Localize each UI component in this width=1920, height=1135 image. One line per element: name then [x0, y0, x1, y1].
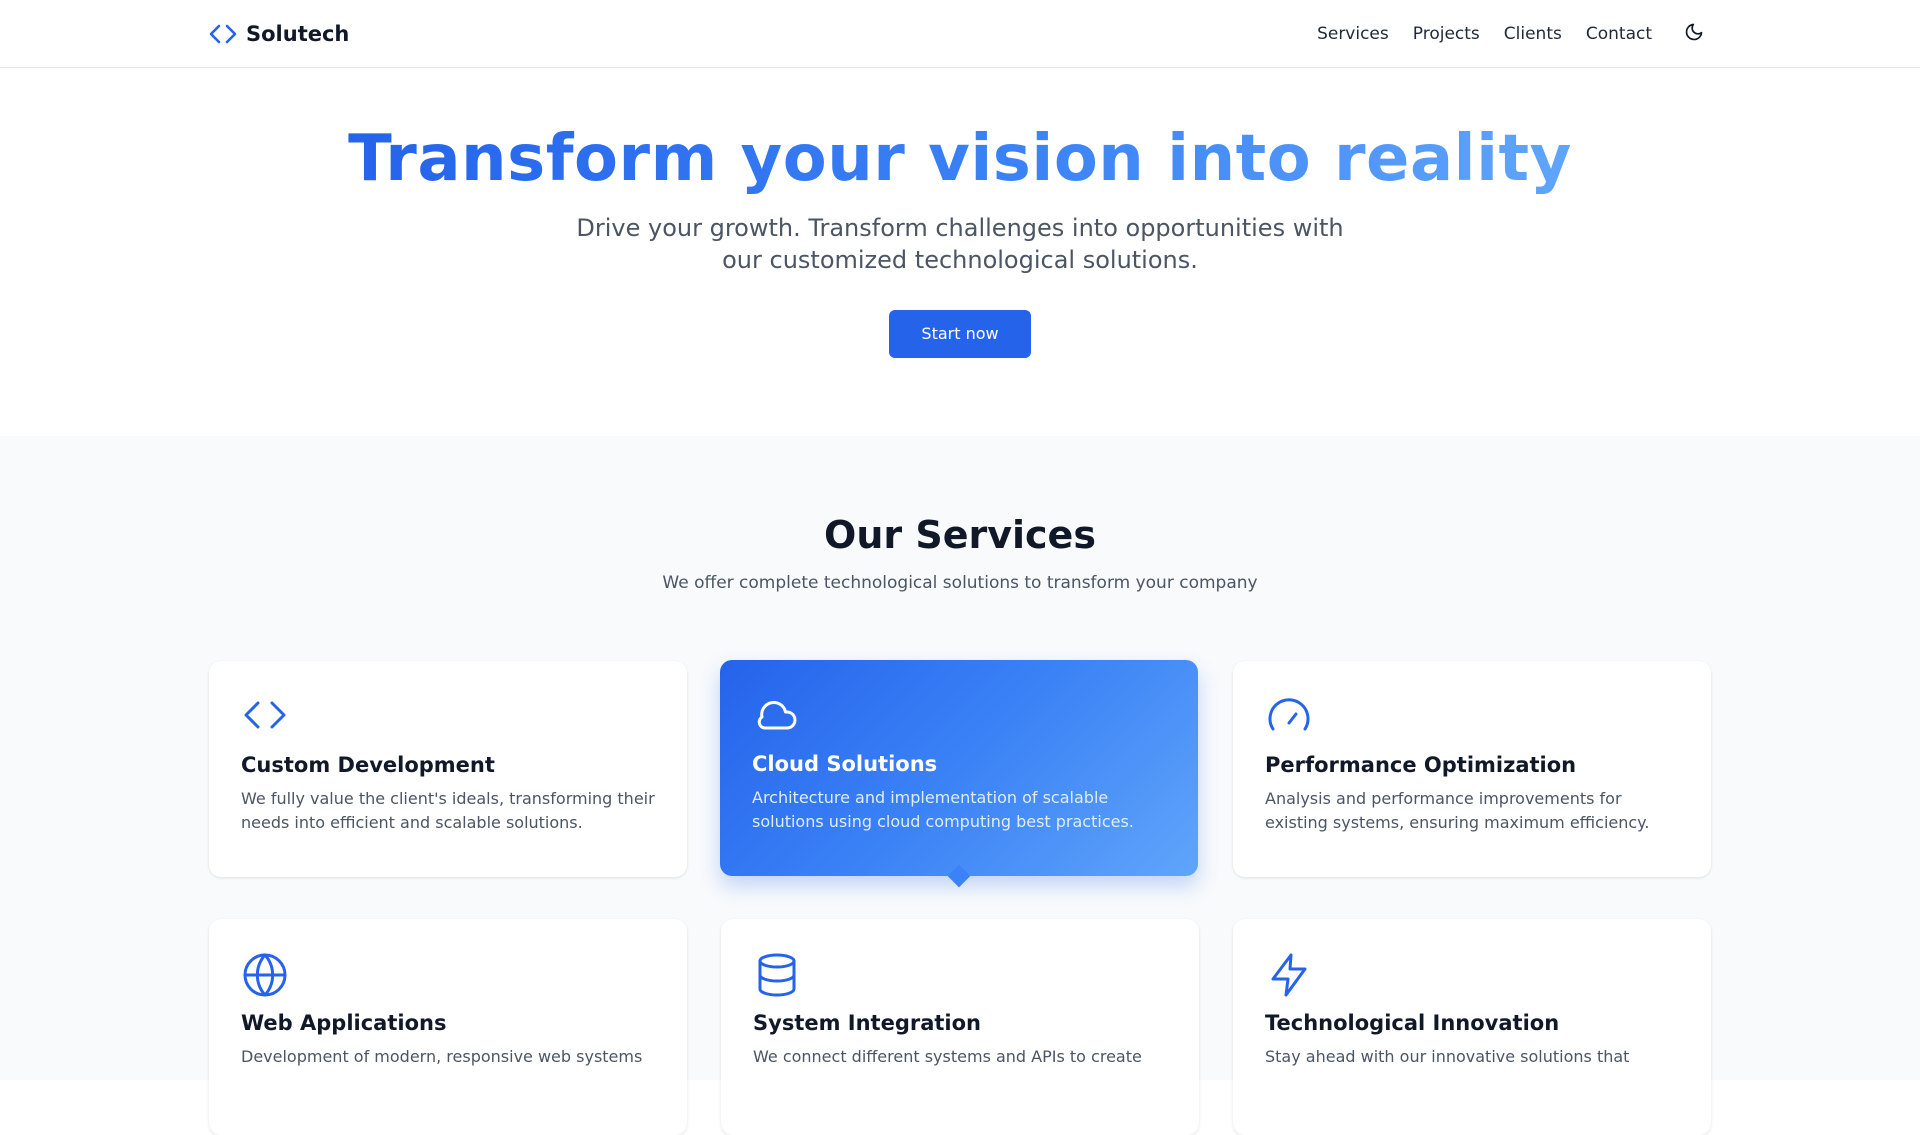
hero-title: Transform your vision into reality: [348, 122, 1572, 196]
card-description: Architecture and implementation of scala…: [752, 788, 1134, 831]
code-brackets-icon: [241, 693, 289, 741]
hero-section: Transform your vision into reality Drive…: [0, 69, 1920, 436]
code-brackets-icon: [208, 22, 238, 46]
services-title: Our Services: [824, 513, 1096, 557]
active-card-pointer: [947, 864, 971, 888]
service-card-web-applications[interactable]: Web Applications Development of modern, …: [209, 919, 687, 1135]
nav-link-projects[interactable]: Projects: [1413, 24, 1480, 44]
nav-link-services[interactable]: Services: [1317, 24, 1389, 44]
card-title: Web Applications: [241, 1011, 447, 1035]
card-title: Cloud Solutions: [752, 752, 938, 776]
service-card-cloud-solutions[interactable]: Cloud Solutions Architecture and impleme…: [720, 660, 1198, 888]
start-now-button[interactable]: Start now: [889, 309, 1031, 358]
service-card-performance-optimization[interactable]: Performance Optimization Analysis and pe…: [1233, 661, 1711, 877]
card-title: Performance Optimization: [1265, 753, 1577, 777]
nav-link-contact[interactable]: Contact: [1586, 24, 1652, 44]
services-section: Our Services We offer complete technolog…: [0, 436, 1920, 1135]
card-description: We connect different systems and APIs to…: [753, 1047, 1142, 1066]
nav-link-clients[interactable]: Clients: [1504, 24, 1562, 44]
card-description: Stay ahead with our innovative solutions…: [1265, 1047, 1630, 1066]
globe-icon: [241, 951, 289, 999]
hero-subtitle: Drive your growth. Transform challenges …: [576, 213, 1344, 274]
service-card-technological-innovation[interactable]: Technological Innovation Stay ahead with…: [1233, 919, 1711, 1135]
services-subtitle: We offer complete technological solution…: [662, 573, 1258, 593]
card-description: Analysis and performance improvements fo…: [1265, 789, 1650, 832]
gauge-icon: [1265, 693, 1313, 741]
brand-name: Solutech: [246, 22, 350, 46]
card-title: System Integration: [753, 1011, 982, 1035]
top-navbar: Solutech Services Projects Clients Conta…: [0, 0, 1920, 68]
card-description: Development of modern, responsive web sy…: [241, 1047, 643, 1066]
cloud-icon: [752, 692, 800, 740]
theme-toggle-button[interactable]: [1682, 22, 1706, 46]
moon-icon: [1684, 22, 1704, 46]
service-card-system-integration[interactable]: System Integration We connect different …: [721, 919, 1199, 1135]
main-nav: Services Projects Clients Contact: [1317, 0, 1652, 68]
service-card-custom-development[interactable]: Custom Development We fully value the cl…: [209, 661, 687, 877]
card-title: Technological Innovation: [1265, 1011, 1560, 1035]
database-icon: [753, 951, 801, 999]
card-title: Custom Development: [241, 753, 495, 777]
lightning-icon: [1265, 951, 1313, 999]
brand-logo[interactable]: Solutech: [208, 0, 349, 68]
card-description: We fully value the client's ideals, tran…: [241, 789, 655, 832]
